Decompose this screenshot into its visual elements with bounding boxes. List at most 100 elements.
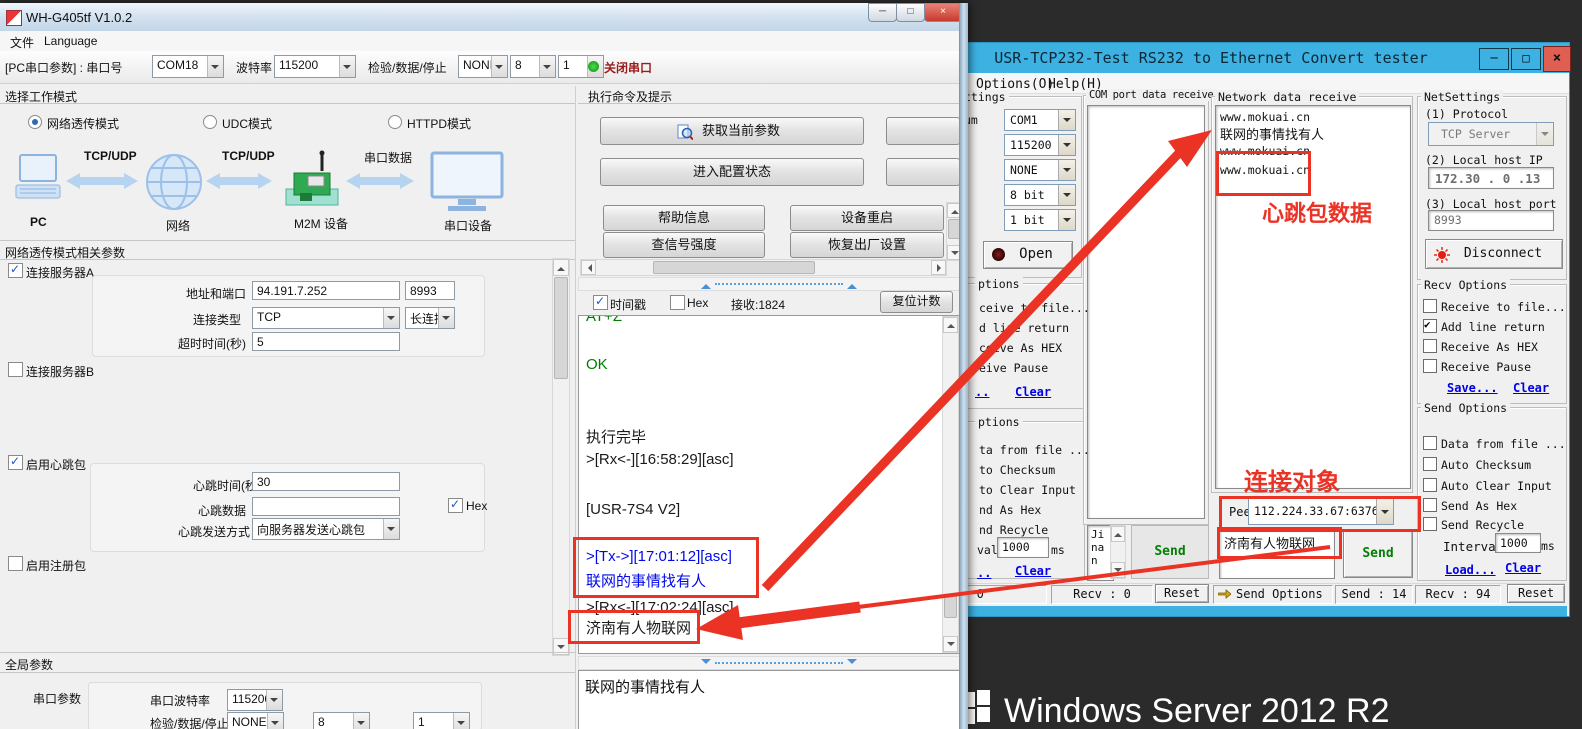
receive-as-hex-checkbox[interactable] — [1423, 339, 1437, 353]
enter-config-button[interactable]: 进入配置状态 — [600, 158, 864, 186]
timeout-input[interactable]: 5 — [252, 332, 400, 351]
data-from-file-checkbox[interactable] — [1423, 436, 1437, 450]
serial-port-select[interactable]: COM18 — [152, 55, 224, 78]
open-button[interactable]: Open — [983, 241, 1073, 269]
server-a-port-input[interactable]: 8993 — [405, 281, 455, 300]
auto-clear-input-checkbox[interactable] — [1423, 478, 1437, 492]
partial-button[interactable] — [886, 158, 960, 186]
splitter-collapse-icon[interactable] — [701, 279, 711, 289]
clear-send-link[interactable]: Clear — [1505, 561, 1541, 575]
receive-pause-checkbox[interactable] — [1423, 359, 1437, 373]
parity-select[interactable]: NONI — [458, 55, 508, 78]
global-baud-select[interactable]: 115200 — [227, 689, 283, 711]
com-baud-select[interactable]: 115200 — [1004, 134, 1076, 156]
dropdown-arrow-icon[interactable] — [1058, 160, 1075, 180]
net-send-button[interactable]: Send — [1343, 530, 1413, 578]
global-parity-select[interactable]: NONE — [227, 712, 284, 729]
conn-mode-select[interactable]: 长连接 — [405, 307, 455, 329]
exec-scrollbar-horizontal[interactable] — [580, 259, 947, 276]
com-save-link[interactable]: .. — [975, 385, 989, 399]
com-clear-input-link[interactable]: Clear — [1015, 564, 1051, 578]
scroll-down-icon[interactable] — [1111, 562, 1125, 578]
mode-udc-radio[interactable] — [203, 115, 217, 129]
left-close-button[interactable]: × — [924, 3, 962, 22]
help-info-button[interactable]: 帮助信息 — [603, 205, 765, 231]
splitter-collapse-icon[interactable] — [701, 659, 711, 669]
auto-checksum-checkbox[interactable] — [1423, 457, 1437, 471]
timestamp-checkbox[interactable] — [593, 295, 608, 310]
scroll-up-icon[interactable] — [1111, 526, 1125, 542]
add-line-return-checkbox[interactable] — [1423, 319, 1437, 333]
right-close-button[interactable]: × — [1543, 46, 1571, 72]
com-data-receive-box[interactable] — [1087, 105, 1205, 519]
dropdown-arrow-icon[interactable] — [491, 56, 507, 77]
com-send-scrollbar[interactable] — [1110, 525, 1126, 579]
com-load-link[interactable]: .. — [977, 566, 991, 580]
receive-to-file-checkbox[interactable] — [1423, 299, 1437, 313]
interval-input[interactable]: 1000 — [1495, 533, 1541, 553]
factory-reset-button[interactable]: 恢复出厂设置 — [790, 232, 944, 258]
splitter-bottom[interactable] — [578, 656, 962, 670]
get-params-button[interactable]: 获取当前参数 — [600, 117, 864, 145]
load-link[interactable]: Load... — [1445, 563, 1496, 577]
local-ip-input[interactable]: 172.30 . 0 .13 — [1428, 167, 1554, 189]
left-title-bar[interactable] — [0, 3, 968, 32]
conn-type-select[interactable]: TCP — [252, 307, 400, 329]
dropdown-arrow-icon[interactable] — [339, 56, 355, 77]
databits-select[interactable]: 8 — [510, 55, 556, 78]
server-a-checkbox[interactable] — [8, 263, 23, 278]
server-b-checkbox[interactable] — [8, 362, 23, 377]
left-maximize-button[interactable]: □ — [896, 3, 925, 22]
hb-hex-checkbox[interactable] — [448, 498, 463, 513]
com-parity-select[interactable]: NONE — [1004, 159, 1076, 181]
scroll-up-icon[interactable] — [553, 259, 569, 276]
log-output[interactable]: AT+Z OK 执行完毕 >[Rx<-][16:58:29][asc] [USR… — [578, 315, 960, 654]
dropdown-arrow-icon[interactable] — [1058, 110, 1075, 130]
com-stopbits-select[interactable]: 1 bit — [1004, 209, 1076, 231]
hex-checkbox[interactable] — [670, 295, 685, 310]
dropdown-arrow-icon[interactable] — [1058, 185, 1075, 205]
dropdown-arrow-icon[interactable] — [438, 308, 454, 328]
left-pane-scrollbar[interactable] — [552, 258, 570, 656]
reset-right-button[interactable]: Reset — [1507, 584, 1565, 603]
scroll-down-icon[interactable] — [943, 636, 958, 652]
scroll-up-icon[interactable] — [943, 317, 958, 333]
menu-file[interactable]: 文件 — [10, 34, 34, 51]
global-stopbits-select[interactable]: 1 — [413, 712, 470, 729]
hb-data-input[interactable] — [252, 497, 400, 516]
dropdown-arrow-icon[interactable] — [383, 519, 399, 539]
disconnect-button[interactable]: Disconnect — [1425, 239, 1563, 269]
splitter-collapse-icon[interactable] — [847, 279, 857, 289]
com-port-select[interactable]: COM1 — [1004, 109, 1076, 131]
check-signal-button[interactable]: 查信号强度 — [603, 232, 765, 258]
reset-count-button[interactable]: 复位计数 — [880, 291, 953, 313]
dropdown-arrow-icon[interactable] — [1058, 210, 1075, 230]
baud-select[interactable]: 115200 — [274, 55, 356, 78]
save-link[interactable]: Save... — [1447, 381, 1498, 395]
com-databits-select[interactable]: 8 bit — [1004, 184, 1076, 206]
mode-net-radio[interactable] — [28, 115, 42, 129]
send-recycle-checkbox[interactable] — [1423, 517, 1437, 531]
dropdown-arrow-icon[interactable] — [383, 308, 399, 328]
com-send-button[interactable]: Send — [1131, 525, 1209, 579]
close-serial-button[interactable]: 关闭串口 — [604, 59, 652, 76]
partial-button[interactable] — [886, 117, 960, 145]
dropdown-arrow-icon[interactable] — [353, 713, 369, 729]
left-minimize-button[interactable]: ─ — [868, 3, 897, 22]
dropdown-arrow-icon[interactable] — [1058, 135, 1075, 155]
scrollbar-thumb[interactable] — [554, 277, 568, 379]
scroll-right-icon[interactable] — [931, 260, 946, 275]
send-input-area[interactable]: 联网的事情找有人 — [578, 670, 960, 729]
splitter-top[interactable] — [578, 277, 962, 291]
reset-left-button[interactable]: Reset — [1155, 584, 1209, 603]
dropdown-arrow-icon[interactable] — [266, 690, 282, 710]
log-scrollbar[interactable] — [942, 316, 959, 653]
splitter-handle[interactable] — [715, 283, 843, 285]
scrollbar-thumb[interactable] — [653, 261, 815, 274]
mode-httpd-radio[interactable] — [388, 115, 402, 129]
dropdown-arrow-icon[interactable] — [1536, 123, 1553, 145]
dropdown-arrow-icon[interactable] — [453, 713, 469, 729]
send-as-hex-checkbox[interactable] — [1423, 498, 1437, 512]
server-a-address-input[interactable]: 94.191.7.252 — [252, 281, 400, 300]
scroll-left-icon[interactable] — [581, 260, 596, 275]
